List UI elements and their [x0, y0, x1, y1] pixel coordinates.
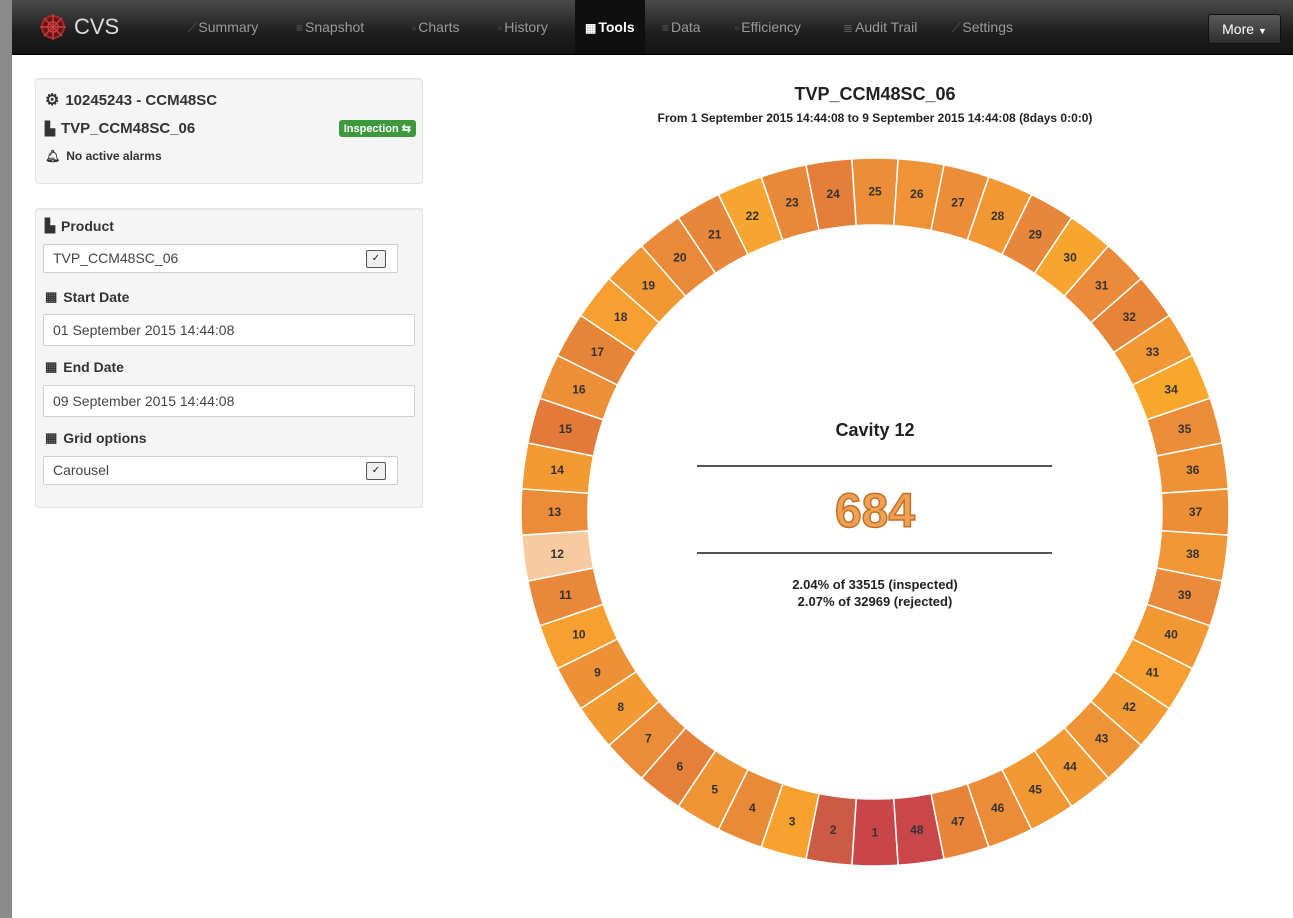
cavity-segment-label: 47 — [951, 815, 965, 829]
cavity-segment-label: 35 — [1178, 422, 1192, 436]
inspected-stat: 2.04% of 33515 (inspected) — [792, 577, 957, 592]
cavity-segment-label: 28 — [991, 209, 1005, 223]
cavity-segment-label: 23 — [785, 195, 799, 209]
cavity-segment-label: 18 — [614, 310, 628, 324]
rejected-stat: 2.07% of 32969 (rejected) — [798, 594, 953, 609]
selected-cavity-label: Cavity 12 — [835, 420, 914, 440]
cavity-segment-label: 20 — [673, 251, 687, 265]
cavity-segment-label: 21 — [708, 227, 722, 241]
cavity-segment-label: 27 — [951, 195, 965, 209]
cavity-segment-label: 3 — [789, 815, 796, 829]
cavity-segment-label: 37 — [1189, 505, 1203, 519]
cavity-segment-label: 16 — [572, 382, 586, 396]
selected-cavity-value: 684 — [835, 485, 915, 538]
cavity-segment-label: 34 — [1164, 382, 1178, 396]
cavity-segment-label: 19 — [642, 278, 656, 292]
cavity-segment-label: 38 — [1186, 547, 1200, 561]
cavity-segment-label: 46 — [991, 801, 1005, 815]
cavity-segment-label: 33 — [1146, 345, 1160, 359]
cavity-segment-label: 41 — [1146, 665, 1160, 679]
cavity-segment-label: 44 — [1063, 759, 1077, 773]
cavity-segment-label: 10 — [572, 628, 586, 642]
cavity-ring-chart: 123456789101112131415161718192021222324 2… — [520, 157, 1230, 867]
cavity-segment-label: 14 — [551, 463, 565, 477]
cavity-segment-label: 2 — [830, 823, 837, 837]
cavity-segment-label: 25 — [868, 185, 882, 199]
cavity-segment-label: 31 — [1095, 278, 1109, 292]
cavity-segment-label: 29 — [1029, 227, 1043, 241]
cavity-segment-label: 43 — [1095, 732, 1109, 746]
cavity-segment-label: 22 — [746, 209, 760, 223]
cavity-segment-label: 30 — [1063, 251, 1077, 265]
cavity-segment-label: 8 — [617, 700, 624, 714]
cavity-segment-label: 32 — [1123, 310, 1137, 324]
cavity-segment-label: 48 — [910, 823, 924, 837]
cavity-segment-label: 13 — [548, 505, 562, 519]
cavity-segment-label: 7 — [645, 732, 652, 746]
cavity-segment-label: 6 — [677, 759, 684, 773]
cavity-segment-label: 36 — [1186, 463, 1200, 477]
cavity-segment-label: 40 — [1164, 628, 1178, 642]
cavity-segment-label: 45 — [1029, 783, 1043, 797]
cavity-segment-label: 42 — [1123, 700, 1137, 714]
cavity-segment-label: 1 — [872, 826, 879, 840]
cavity-segment-label: 17 — [591, 345, 605, 359]
cavity-segment-label: 24 — [826, 187, 840, 201]
cavity-segment-label: 11 — [559, 588, 572, 602]
cavity-segment-label: 9 — [594, 665, 601, 679]
cavity-segment-label: 12 — [551, 547, 565, 561]
cavity-segment-label: 39 — [1178, 588, 1192, 602]
cavity-segment-label: 26 — [910, 187, 924, 201]
cavity-segment-label: 15 — [559, 422, 573, 436]
cavity-segment-label: 5 — [711, 783, 718, 797]
cavity-segment-label: 4 — [749, 801, 756, 815]
